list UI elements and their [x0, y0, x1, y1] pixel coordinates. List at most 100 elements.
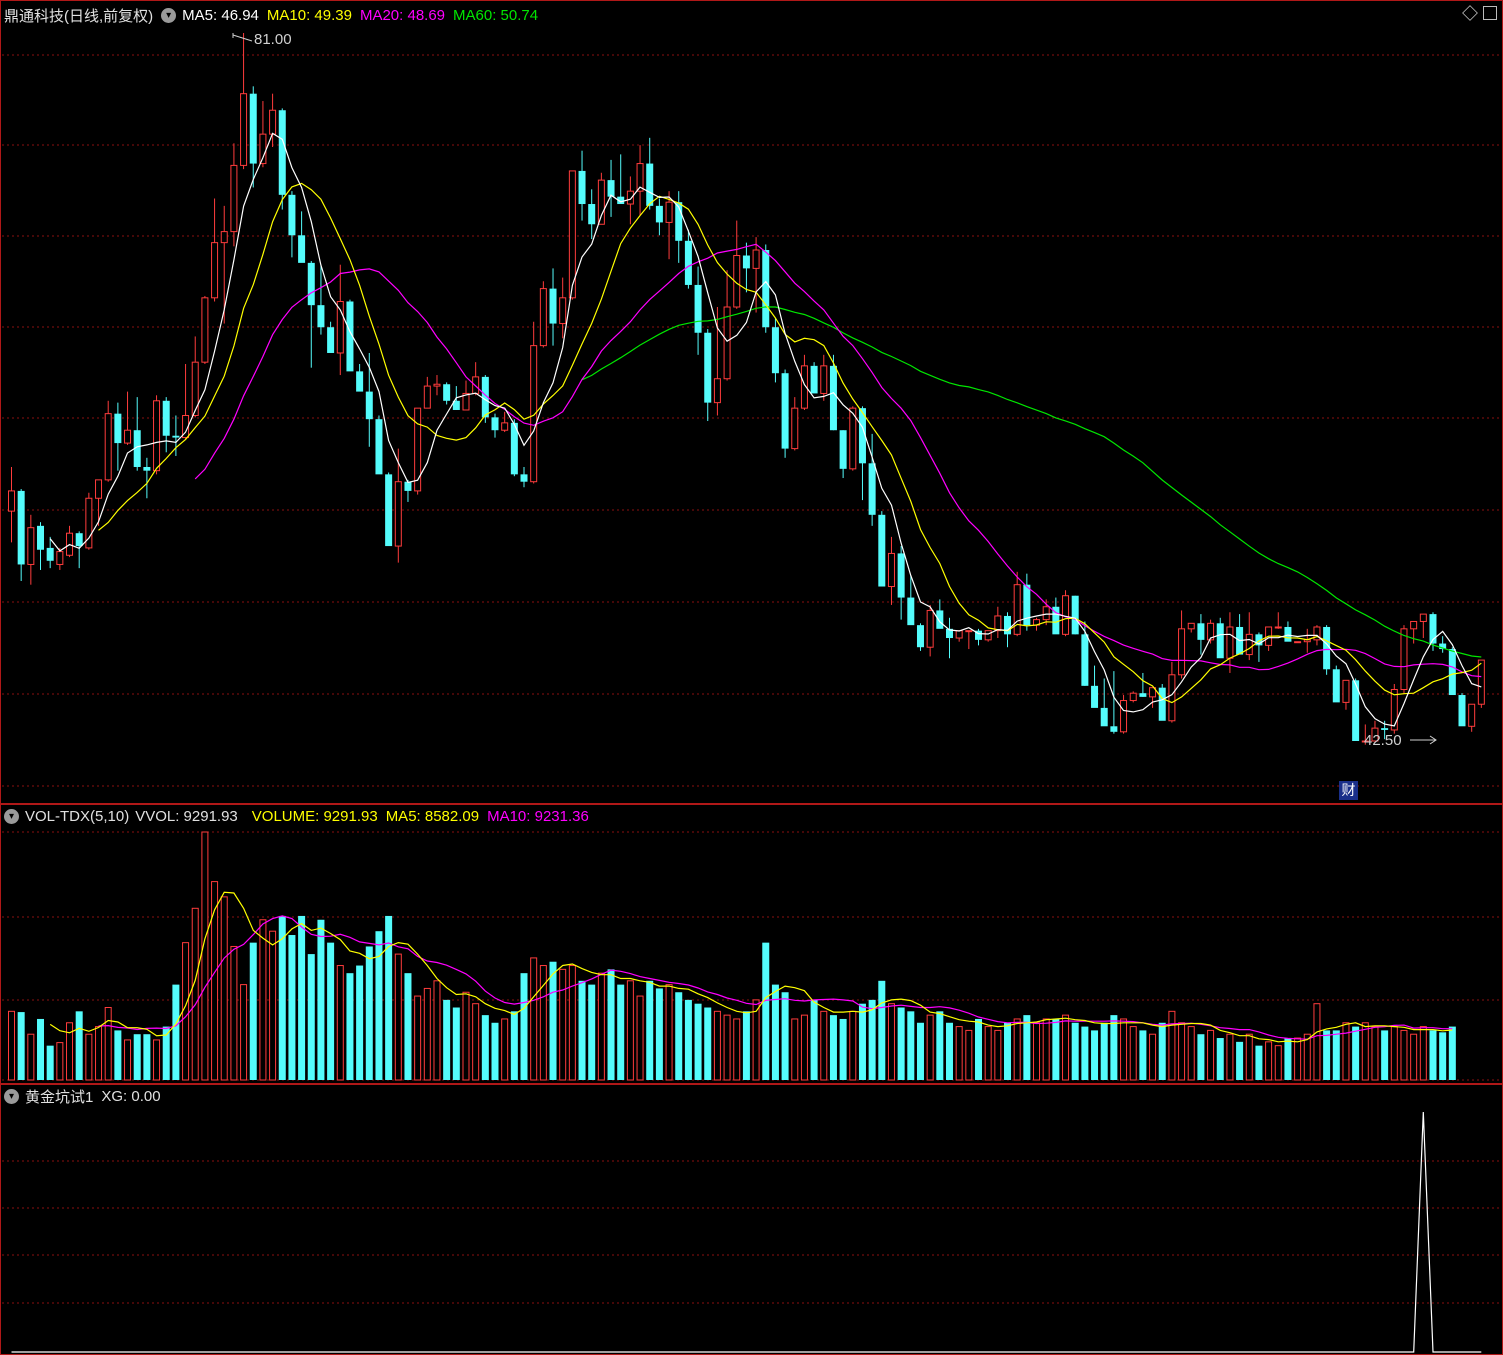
volume-bar: [829, 1015, 837, 1080]
volume-bar: [37, 1018, 45, 1080]
volume-bar: [1226, 1033, 1234, 1081]
volume-bar: [240, 984, 248, 1081]
volume-bar: [1439, 1032, 1447, 1080]
candle-body: [820, 365, 828, 394]
ma60-line: [581, 306, 1482, 658]
volume-panel[interactable]: ▾ VOL-TDX(5,10) VVOL: 9291.93 VOLUME: 92…: [0, 804, 1503, 1084]
volume-bar: [56, 1042, 64, 1081]
volume-bar: [191, 907, 199, 1081]
candle-body: [520, 474, 528, 482]
volume-bar: [849, 1010, 857, 1081]
volume-bar: [472, 1003, 480, 1081]
volume-bar: [1236, 1041, 1244, 1080]
candle-body: [501, 422, 509, 431]
candle-body: [259, 133, 267, 165]
volume-bar: [27, 1033, 35, 1081]
candle-body: [771, 327, 779, 374]
volume-bar: [626, 980, 634, 1081]
volume-bar: [926, 1014, 934, 1081]
volume-bar: [549, 961, 557, 1080]
volume-bar: [404, 973, 412, 1080]
volume-bar: [1129, 1026, 1137, 1081]
price-chart[interactable]: [0, 0, 1503, 804]
candle-body: [1013, 584, 1021, 635]
volume-bar: [46, 1045, 54, 1080]
volume-bar: [1013, 1018, 1021, 1081]
candle-body: [781, 373, 789, 449]
volume-bar: [336, 965, 344, 1081]
candle-body: [1342, 679, 1350, 703]
volume-bar: [1158, 1022, 1166, 1080]
candle-body: [433, 383, 441, 387]
candle-body: [897, 553, 905, 598]
volume-bar: [1052, 1018, 1060, 1080]
volume-bar: [1004, 1022, 1012, 1080]
volume-bar: [636, 995, 644, 1081]
volume-bar: [85, 1033, 93, 1081]
volume-bar: [762, 942, 770, 1080]
candle-body: [172, 435, 180, 438]
finance-badge[interactable]: 财: [1339, 781, 1358, 800]
candle-body: [491, 417, 499, 431]
volume-bar: [327, 942, 335, 1080]
volume-bar: [423, 987, 431, 1081]
volume-bar: [481, 1015, 489, 1080]
volume-chart[interactable]: [0, 804, 1503, 1084]
volume-bar: [1265, 1041, 1273, 1081]
volume-bar: [1033, 1022, 1041, 1081]
candle-body: [694, 284, 702, 333]
volume-bar: [1294, 1037, 1302, 1081]
price-panel[interactable]: 鼎通科技(日线,前复权) ▾ MA5: 46.94 MA10: 49.39 MA…: [0, 0, 1503, 804]
volume-bar: [810, 999, 818, 1080]
candle-body: [443, 384, 451, 401]
candle-body: [56, 551, 64, 565]
volume-bar: [858, 1003, 866, 1080]
volume-bar: [17, 1012, 25, 1080]
volume-bar: [530, 957, 538, 1081]
high-marker: [232, 33, 253, 42]
candle-body: [916, 625, 924, 648]
candle-body: [1274, 626, 1282, 629]
candle-body: [936, 610, 944, 629]
volume-bar: [1274, 1045, 1282, 1081]
candle-body: [75, 533, 83, 547]
candle-body: [356, 371, 364, 392]
candle-body: [1477, 659, 1485, 705]
candle-body: [1400, 628, 1408, 691]
volume-bar: [704, 1007, 712, 1080]
candle-body: [220, 231, 228, 244]
candle-body: [762, 249, 770, 328]
candle-body: [1178, 628, 1186, 676]
volume-bar: [868, 999, 876, 1080]
candle-body: [240, 93, 248, 166]
candle-body: [143, 466, 151, 471]
indicator-chart[interactable]: [0, 1084, 1503, 1355]
low-price-label: 42.50: [1364, 732, 1402, 749]
candle-body: [646, 163, 654, 206]
volume-bar: [1400, 1029, 1408, 1081]
candle-body: [1390, 689, 1398, 731]
volume-bar: [8, 1010, 15, 1081]
volume-bar: [675, 992, 683, 1080]
volume-bar: [713, 1010, 721, 1081]
candle-body: [752, 249, 760, 269]
candle-body: [298, 235, 306, 263]
volume-bar: [1091, 1030, 1099, 1080]
volume-bar: [684, 999, 692, 1080]
volume-bar: [394, 953, 402, 1081]
candle-body: [1381, 728, 1389, 730]
ma20-line: [194, 243, 1482, 678]
volume-bar: [1081, 1026, 1089, 1080]
volume-bar: [781, 992, 789, 1080]
volume-bar: [1381, 1030, 1389, 1080]
candle-body: [1071, 595, 1079, 635]
candle-body: [626, 190, 634, 205]
candle-body: [665, 201, 673, 223]
indicator-panel[interactable]: ▾ 黄金坑试1 XG: 0.00: [0, 1084, 1503, 1355]
volume-bar: [172, 984, 180, 1080]
candle-body: [1042, 606, 1050, 621]
volume-bar: [95, 1026, 103, 1081]
volume-bar: [907, 1011, 915, 1080]
candle-body: [1458, 695, 1466, 727]
candle-body: [249, 93, 257, 164]
